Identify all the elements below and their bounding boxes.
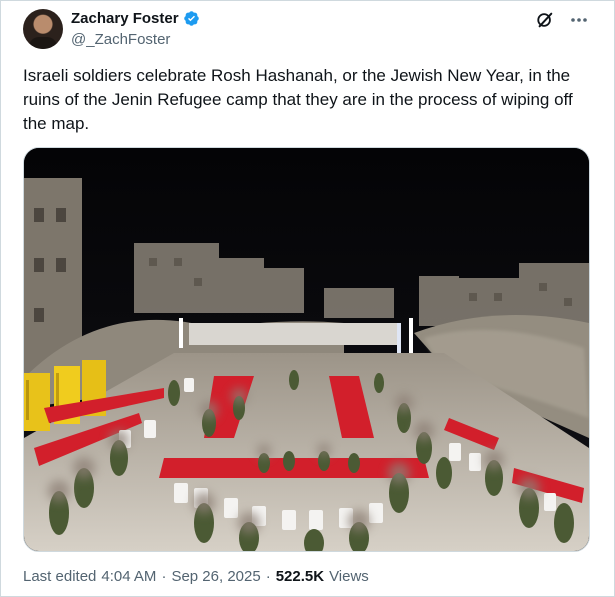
tweet-photo[interactable] <box>23 147 590 552</box>
tweet-text: Israeli soldiers celebrate Rosh Hashanah… <box>23 66 573 133</box>
more-icon[interactable] <box>569 10 589 30</box>
photo-scene <box>24 148 589 551</box>
tweet-date[interactable]: Sep 26, 2025 <box>171 568 260 585</box>
author-display-name[interactable]: Zachary Foster <box>71 10 179 27</box>
grok-icon[interactable] <box>535 10 555 30</box>
views-count: 522.5K <box>275 568 325 585</box>
tweet-meta: Last edited 4:04 AM · Sep 26, 2025 · 522… <box>23 568 369 585</box>
tweet-time[interactable]: 4:04 AM <box>101 568 156 585</box>
author-handle[interactable]: @_ZachFoster <box>71 31 170 48</box>
author-name-row: Zachary Foster <box>71 10 200 27</box>
avatar[interactable] <box>23 9 63 49</box>
verified-badge-icon <box>183 11 199 26</box>
views-label: Views <box>329 568 369 585</box>
meta-separator: · <box>161 568 167 585</box>
meta-separator-2: · <box>265 568 271 585</box>
last-edited-label[interactable]: Last edited <box>23 568 96 585</box>
top-actions <box>535 10 589 30</box>
